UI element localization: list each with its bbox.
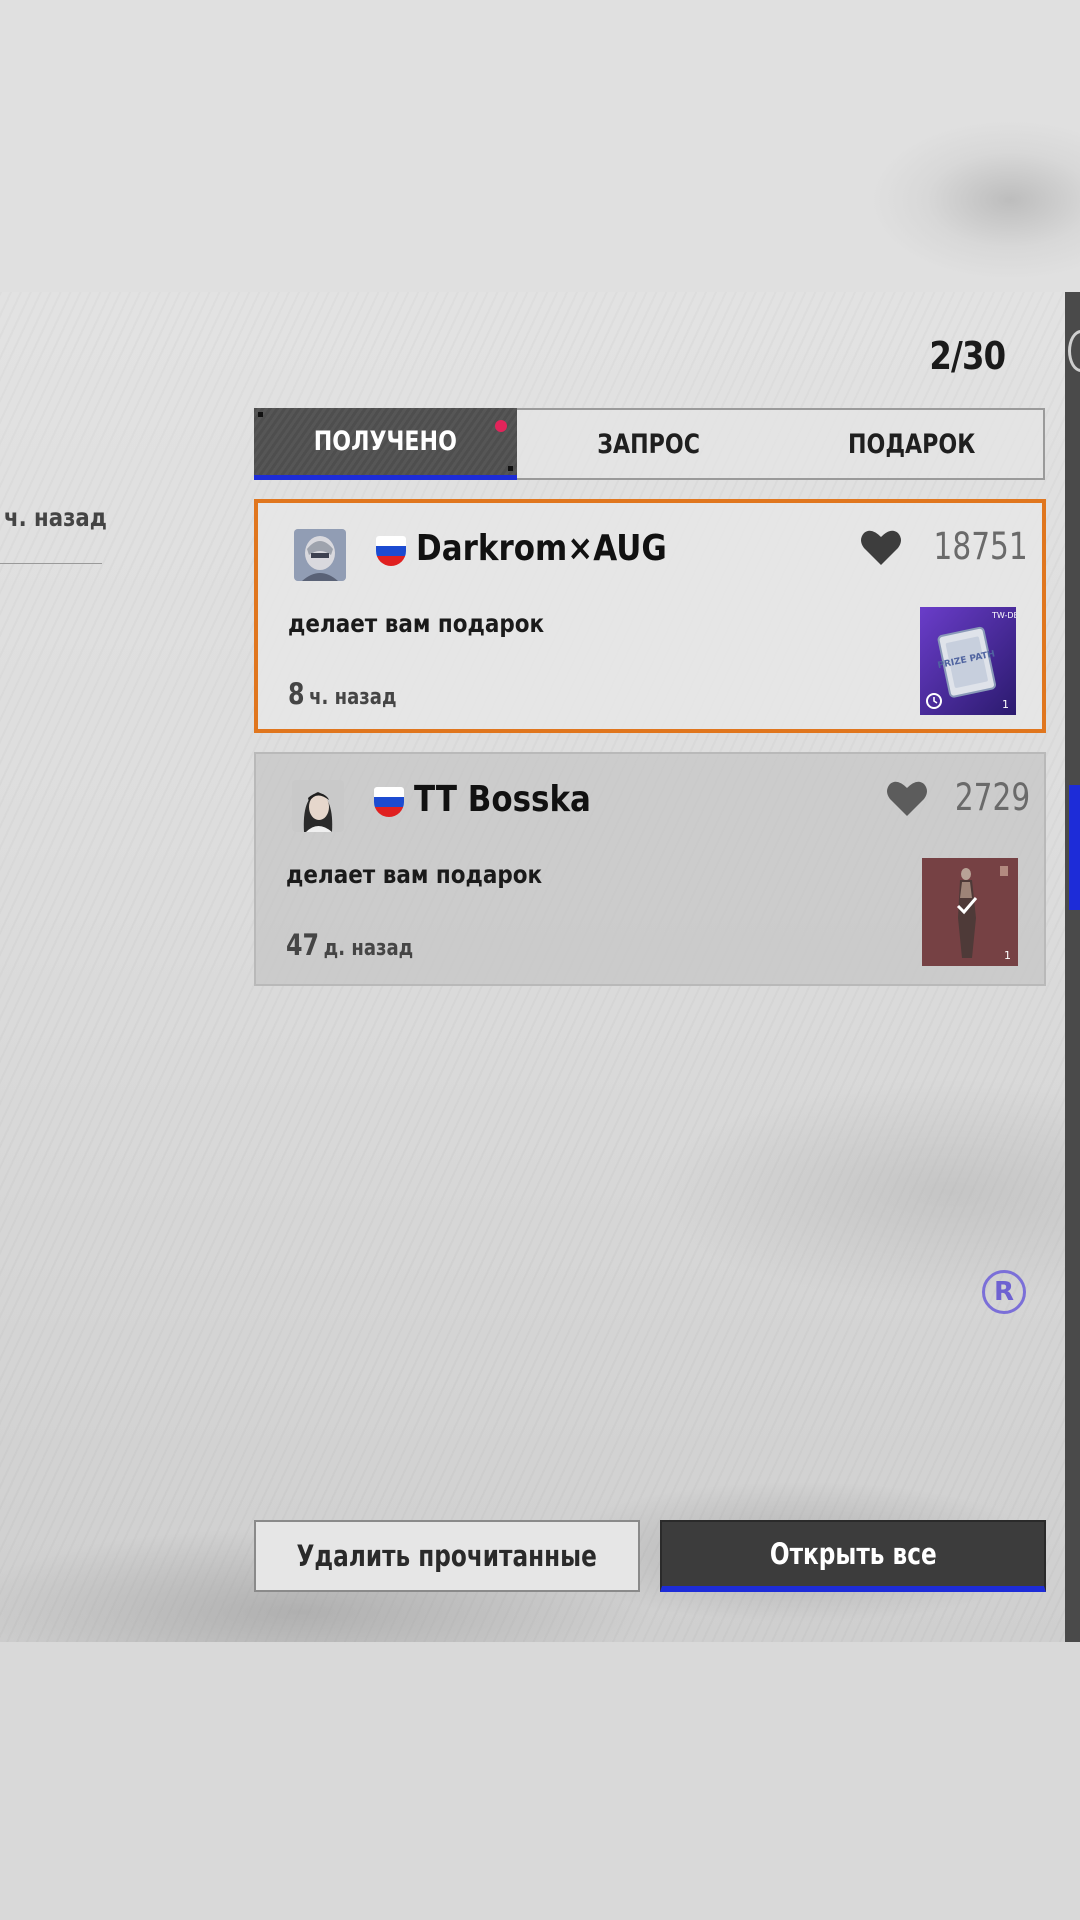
open-all-button[interactable]: Открыть все [660, 1520, 1046, 1592]
heart-icon [861, 530, 902, 565]
delete-read-button[interactable]: Удалить прочитанные [254, 1520, 640, 1592]
tab-received[interactable]: ПОЛУЧЕНО [254, 408, 517, 480]
time-value: 47 [286, 928, 320, 962]
gift-mailbox-screen: 2/30 ч. назад ПОЛУЧЕНО ЗАПРОС ПОДАРОК Da… [0, 0, 1080, 1920]
likes-count: 18751 [933, 525, 1028, 568]
tab-request-label: ЗАПРОС [597, 428, 700, 460]
avatar[interactable] [292, 780, 344, 832]
likes-counter: 18751 [860, 525, 1028, 568]
tab-request[interactable]: ЗАПРОС [517, 410, 780, 478]
avatar[interactable] [294, 529, 346, 581]
gift-item-thumbnail[interactable]: PRIZE PATH TW-DEV 1 [920, 607, 1016, 715]
gift-time: 8 ч. назад [288, 677, 397, 711]
tab-received-label: ПОЛУЧЕНО [313, 426, 458, 457]
registered-badge-icon[interactable]: R [982, 1270, 1026, 1314]
blurred-background-top [0, 0, 1080, 292]
side-panel-edge [1065, 292, 1080, 1642]
likes-count: 2729 [954, 776, 1030, 819]
time-unit: д. назад [323, 936, 414, 961]
gift-time: 47 д. назад [286, 928, 413, 962]
item-count: 1 [1002, 698, 1009, 711]
gift-item-thumbnail[interactable]: 1 [922, 858, 1018, 966]
delete-read-label: Удалить прочитанные [296, 1539, 598, 1573]
heart-icon [886, 781, 927, 816]
gift-card[interactable]: TT Bosska 2729 делает вам подарок 47 д. … [254, 752, 1046, 986]
russia-flag-icon [374, 787, 404, 817]
gift-message: делает вам подарок [288, 609, 545, 638]
time-unit: ч. назад [309, 685, 397, 710]
player-name[interactable]: Darkrom×AUG [416, 528, 667, 569]
item-count: 1 [1004, 949, 1011, 962]
svg-text:TW-DEV: TW-DEV [991, 611, 1016, 620]
time-value: 8 [288, 677, 305, 711]
side-panel-tab[interactable] [1069, 785, 1080, 910]
likes-counter: 2729 [886, 776, 1030, 819]
open-all-label: Открыть все [769, 1537, 937, 1571]
tab-gift-label: ПОДАРОК [847, 428, 976, 460]
russia-flag-icon [376, 536, 406, 566]
notification-dot-icon [495, 420, 507, 432]
bottom-background [0, 1642, 1080, 1920]
left-list-divider [0, 563, 102, 564]
gift-message: делает вам подарок [286, 860, 543, 889]
gift-tabs: ПОЛУЧЕНО ЗАПРОС ПОДАРОК [254, 408, 1045, 480]
player-name[interactable]: TT Bosska [414, 779, 591, 820]
gift-counter: 2/30 [929, 334, 1006, 378]
tab-gift[interactable]: ПОДАРОК [780, 410, 1043, 478]
gift-card[interactable]: Darkrom×AUG 18751 делает вам подарок 8 ч… [254, 499, 1046, 733]
left-list-item-time: ч. назад [4, 503, 107, 532]
